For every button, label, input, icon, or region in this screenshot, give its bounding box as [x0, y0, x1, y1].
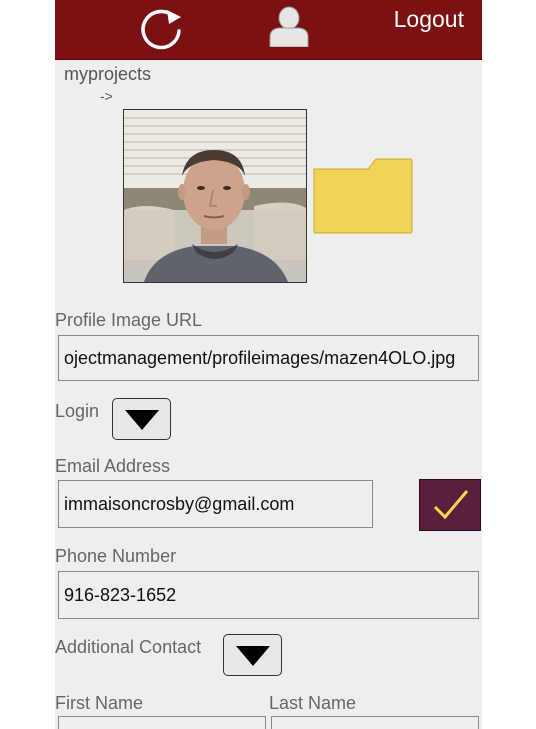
additional-contact-dropdown[interactable]: [223, 634, 282, 676]
last-name-field[interactable]: [271, 716, 479, 729]
breadcrumb[interactable]: myprojects: [64, 64, 151, 85]
folder-icon[interactable]: [312, 155, 414, 235]
profile-image-url-label: Profile Image URL: [55, 310, 203, 330]
top-bar: Logout: [55, 0, 482, 60]
dropdown-arrow-icon: [125, 410, 159, 430]
login-dropdown[interactable]: [112, 398, 171, 440]
breadcrumb-arrow: ->: [100, 88, 113, 104]
phone-field[interactable]: 916-823-1652: [58, 571, 479, 619]
email-label: Email Address: [55, 456, 171, 476]
first-name-field[interactable]: [58, 716, 266, 729]
first-name-label: First Name: [55, 693, 144, 713]
phone-label: Phone Number: [55, 546, 177, 566]
login-label: Login: [55, 401, 100, 421]
email-field[interactable]: immaisoncrosby@gmail.com: [58, 480, 373, 528]
confirm-email-button[interactable]: [419, 479, 481, 531]
additional-contact-label: Additional Contact: [55, 637, 202, 657]
last-name-label: Last Name: [269, 693, 357, 713]
app-screen: Logout myprojects -> Profile Image URL o…: [55, 0, 482, 729]
logout-button[interactable]: Logout: [394, 6, 464, 33]
dropdown-arrow-icon: [236, 646, 270, 666]
user-icon[interactable]: [267, 3, 311, 47]
refresh-icon[interactable]: [137, 7, 187, 55]
profile-photo: [123, 109, 307, 283]
profile-image-url-field[interactable]: ojectmanagement/profileimages/mazen4OLO.…: [58, 335, 479, 381]
checkmark-icon: [433, 490, 469, 520]
